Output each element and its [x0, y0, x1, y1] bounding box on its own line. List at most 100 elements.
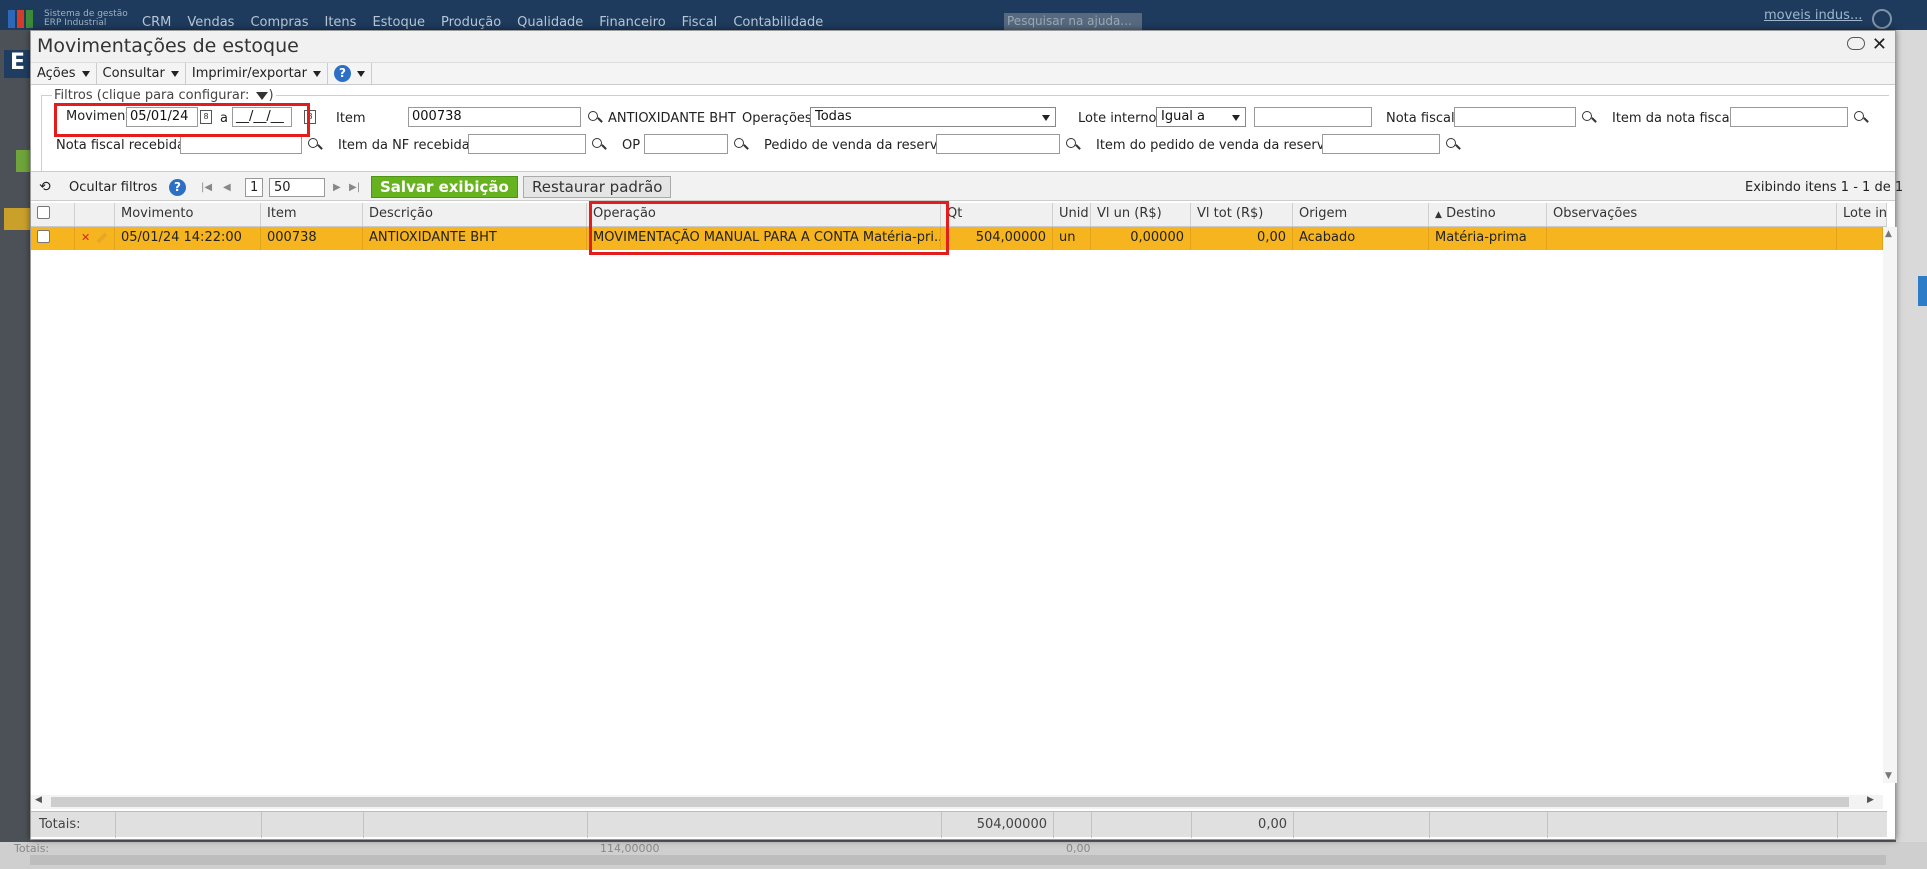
- imprimir-exportar-menu[interactable]: Imprimir/exportar: [186, 62, 328, 85]
- menu-qualidade[interactable]: Qualidade: [517, 15, 583, 30]
- row-select[interactable]: [31, 227, 75, 250]
- page-size-select[interactable]: 50: [269, 176, 325, 198]
- date-from-input[interactable]: 05/01/24: [126, 107, 198, 127]
- search-icon[interactable]: [592, 138, 606, 152]
- item-nf-recebida-input[interactable]: [468, 134, 586, 154]
- chevron-down-icon: [1232, 115, 1240, 121]
- menu-financeiro[interactable]: Financeiro: [599, 15, 665, 30]
- col-vl-tot[interactable]: Vl tot (R$): [1191, 203, 1293, 227]
- filters-legend[interactable]: Filtros (clique para configurar: ): [52, 88, 276, 103]
- background-bottom-bar: Totais: 114,00000 0,00: [0, 842, 1927, 869]
- select-all-checkbox[interactable]: [37, 206, 50, 219]
- filter-icon[interactable]: [256, 91, 269, 100]
- acoes-menu[interactable]: Ações: [31, 62, 97, 85]
- app-logo: [8, 8, 36, 28]
- scroll-thumb[interactable]: [51, 797, 1849, 807]
- col-unid[interactable]: Unid: [1053, 203, 1091, 227]
- app-brand: Sistema de gestão ERP Industrial: [44, 9, 128, 28]
- col-item[interactable]: Item: [261, 203, 363, 227]
- consultar-menu[interactable]: Consultar: [97, 62, 186, 85]
- page-input[interactable]: 1: [245, 176, 264, 198]
- date-to-input[interactable]: __/__/__: [232, 107, 292, 127]
- search-icon[interactable]: [734, 138, 748, 152]
- col-operacao[interactable]: Operação: [587, 203, 941, 227]
- row-actions: ✕: [75, 227, 115, 250]
- help-menu[interactable]: ?: [328, 62, 372, 85]
- op-input[interactable]: [644, 134, 728, 154]
- calendar-icon[interactable]: 8: [304, 110, 316, 124]
- calendar-icon[interactable]: 8: [200, 110, 212, 124]
- vertical-scrollbar[interactable]: ▲ ▼: [1883, 227, 1897, 783]
- search-icon[interactable]: [1446, 138, 1460, 152]
- col-observacoes[interactable]: Observações: [1547, 203, 1837, 227]
- col-movimento[interactable]: Movimento: [115, 203, 261, 227]
- help-button[interactable]: ?: [169, 176, 186, 198]
- search-icon[interactable]: [308, 138, 322, 152]
- search-icon[interactable]: [1582, 111, 1596, 125]
- date-separator: a: [220, 111, 228, 126]
- lote-interno-input[interactable]: [1254, 107, 1372, 127]
- first-page-icon[interactable]: |◀: [201, 176, 212, 198]
- item-pedido-venda-input[interactable]: [1322, 134, 1440, 154]
- lote-interno-label: Lote interno: [1078, 111, 1157, 126]
- edit-icon[interactable]: [96, 231, 108, 244]
- horizontal-scrollbar[interactable]: ◀ ▶: [31, 795, 1883, 809]
- lote-operator-select[interactable]: Igual a: [1156, 107, 1246, 127]
- menu-fiscal[interactable]: Fiscal: [682, 15, 718, 30]
- operacoes-select[interactable]: Todas: [810, 107, 1056, 127]
- scroll-down-icon[interactable]: ▼: [1885, 771, 1892, 781]
- search-icon[interactable]: [1854, 111, 1868, 125]
- nota-fiscal-input[interactable]: [1454, 107, 1576, 127]
- select-all-header[interactable]: [31, 203, 75, 227]
- col-vl-un[interactable]: Vl un (R$): [1091, 203, 1191, 227]
- menu-estoque[interactable]: Estoque: [372, 15, 425, 30]
- dialog-title: Movimentações de estoque: [37, 35, 299, 57]
- help-search-input[interactable]: Pesquisar na ajuda...: [1004, 13, 1142, 31]
- items-count: Exibindo itens 1 - 1 de 1: [1745, 179, 1904, 195]
- pedido-venda-input[interactable]: [936, 134, 1060, 154]
- chat-icon[interactable]: [1847, 37, 1865, 50]
- search-icon[interactable]: [588, 111, 602, 125]
- col-descricao[interactable]: Descrição: [363, 203, 587, 227]
- scroll-up-icon[interactable]: ▲: [1885, 229, 1892, 239]
- user-link[interactable]: moveis indus...: [1764, 8, 1862, 23]
- scroll-right-icon[interactable]: ▶: [1867, 795, 1874, 805]
- menu-vendas[interactable]: Vendas: [187, 15, 234, 30]
- menu-contabilidade[interactable]: Contabilidade: [733, 15, 823, 30]
- delete-icon[interactable]: ✕: [81, 231, 90, 244]
- menu-producao[interactable]: Produção: [441, 15, 501, 30]
- close-icon[interactable]: ✕: [1872, 34, 1887, 55]
- menu-itens[interactable]: Itens: [324, 15, 356, 30]
- totals-vl-tot: 0,00: [1258, 817, 1287, 832]
- menu-crm[interactable]: CRM: [142, 15, 171, 30]
- table-cell-vl-un: 0,00000: [1091, 227, 1191, 250]
- col-qt[interactable]: Qt: [941, 203, 1053, 227]
- nf-recebida-input[interactable]: [180, 134, 302, 154]
- table-cell-unid: un: [1053, 227, 1091, 250]
- restore-default-button[interactable]: Restaurar padrão: [523, 176, 672, 198]
- hide-filters-button[interactable]: Ocultar filtros: [69, 176, 157, 198]
- operacoes-label: Operações: [742, 111, 812, 126]
- item-nf-recebida-label: Item da NF recebida: [338, 138, 470, 153]
- table-cell-item: 000738: [261, 227, 363, 250]
- search-icon[interactable]: [1066, 138, 1080, 152]
- col-lote[interactable]: Lote inte: [1837, 203, 1887, 227]
- help-icon: ?: [169, 178, 186, 196]
- stock-movements-dialog: Movimentações de estoque ✕ Ações Consult…: [30, 30, 1903, 840]
- col-origem[interactable]: Origem: [1293, 203, 1429, 227]
- item-nota-fiscal-input[interactable]: [1730, 107, 1848, 127]
- refresh-icon[interactable]: ⟲: [39, 176, 51, 198]
- next-page-icon[interactable]: ▶: [333, 176, 341, 198]
- save-view-button[interactable]: Salvar exibição: [371, 176, 518, 198]
- app-topbar: Sistema de gestão ERP Industrial CRM Ven…: [0, 0, 1927, 31]
- item-description: ANTIOXIDANTE BHT: [608, 111, 736, 126]
- col-destino[interactable]: ▲ Destino: [1429, 203, 1547, 227]
- chevron-down-icon: [1042, 115, 1050, 121]
- power-icon[interactable]: [1872, 9, 1892, 29]
- last-page-icon[interactable]: ▶|: [349, 176, 360, 198]
- row-checkbox[interactable]: [37, 230, 50, 243]
- menu-compras[interactable]: Compras: [250, 15, 308, 30]
- item-input[interactable]: 000738: [408, 107, 581, 127]
- prev-page-icon[interactable]: ◀: [223, 176, 231, 198]
- scroll-left-icon[interactable]: ◀: [35, 795, 42, 805]
